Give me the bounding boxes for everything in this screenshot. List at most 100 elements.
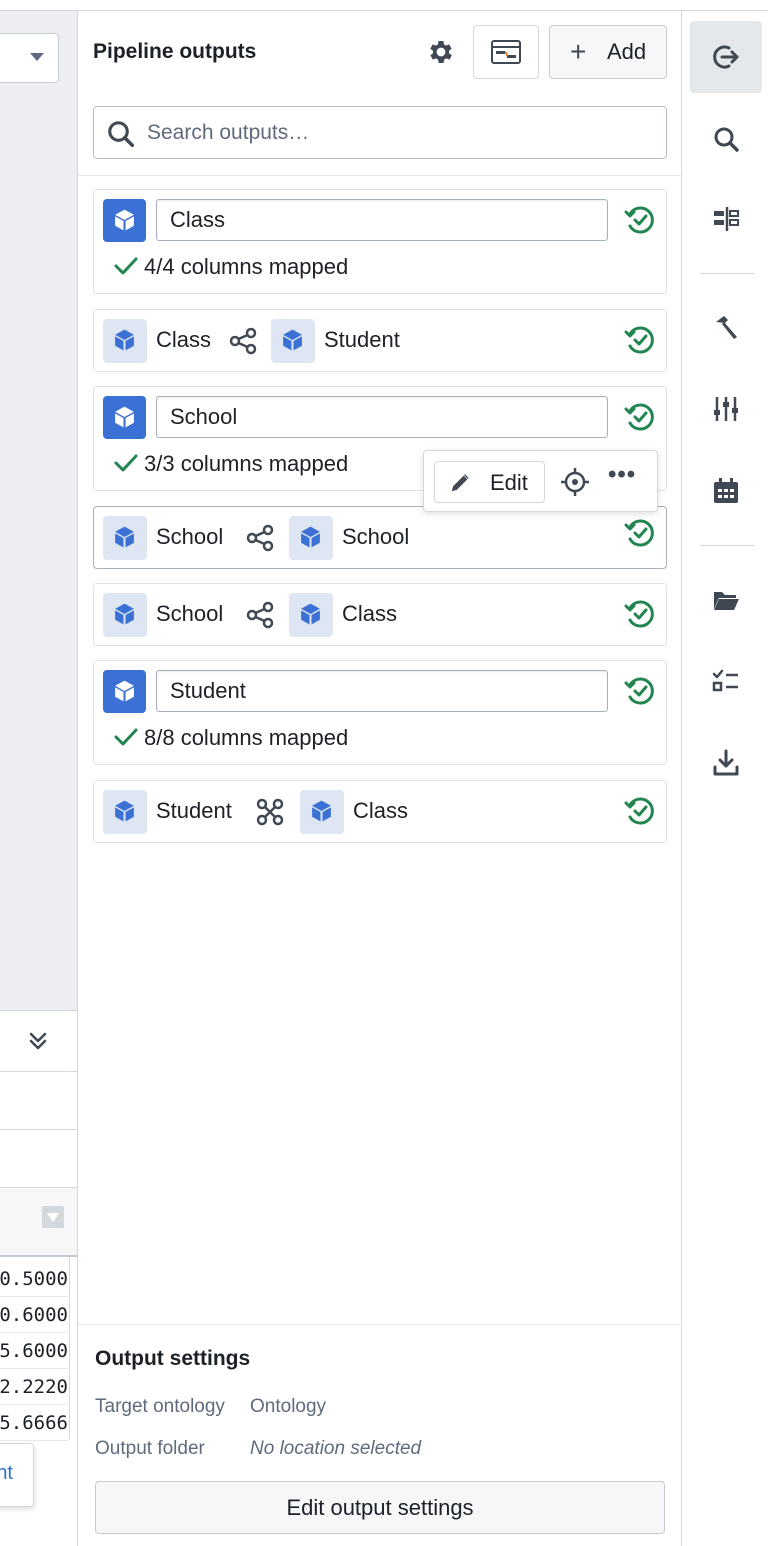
pencil-icon <box>451 474 469 492</box>
many-to-many-icon <box>256 798 284 826</box>
object-type-icon <box>103 593 147 637</box>
object-type-icon <box>103 790 147 834</box>
status-check-icon <box>624 600 654 628</box>
one-to-many-icon <box>229 327 257 355</box>
search-placeholder: Search outputs… <box>147 121 310 144</box>
mapping-status: 4/4 columns mapped <box>112 254 348 280</box>
download-icon <box>713 749 739 776</box>
link-target-name: Student <box>324 327 400 352</box>
folder-icon <box>714 592 739 610</box>
rail-schedule-button[interactable] <box>690 455 762 527</box>
gear-icon[interactable] <box>426 37 456 67</box>
card-hover-actions: Edit ••• <box>423 450 658 512</box>
link-source-name: School <box>156 601 224 626</box>
checklist-icon <box>712 669 738 692</box>
object-type-icon <box>103 516 147 560</box>
output-card-link[interactable]: Class Student <box>93 309 667 372</box>
left-dropdown[interactable] <box>0 33 59 83</box>
object-type-icon <box>103 199 146 242</box>
edit-button[interactable]: Edit <box>434 461 545 503</box>
left-canvas-area: 0.5000 0.6000 5.6000 2.2220 5.6666 nt <box>0 10 77 1546</box>
object-type-icon <box>103 319 147 363</box>
export-icon <box>713 45 739 69</box>
object-type-icon <box>271 319 315 363</box>
link-target-name: Class <box>342 601 398 626</box>
rail-download-button[interactable] <box>690 727 762 799</box>
output-name-input[interactable]: Class <box>156 199 608 241</box>
status-check-icon <box>624 326 654 354</box>
layout-icon <box>491 40 521 64</box>
object-type-icon <box>103 396 146 439</box>
status-check-icon <box>624 677 654 705</box>
data-preview-panel: 0.5000 0.6000 5.6000 2.2220 5.6666 nt <box>0 1010 77 1546</box>
floating-button[interactable]: nt <box>0 1443 34 1507</box>
output-name-input[interactable]: Student <box>156 670 608 712</box>
double-chevron-down-icon[interactable] <box>26 1029 50 1053</box>
check-icon <box>114 728 138 746</box>
target-ontology-value: Ontology <box>250 1396 327 1417</box>
add-button-label: Add <box>607 39 647 64</box>
plus-icon: + <box>570 36 587 67</box>
edit-button-label: Edit <box>490 470 528 495</box>
rail-files-button[interactable] <box>690 564 762 636</box>
object-type-icon <box>289 593 333 637</box>
filter-icon[interactable] <box>42 1206 64 1228</box>
rail-search-button[interactable] <box>690 103 762 175</box>
table-cell: 2.2220 <box>0 1369 68 1405</box>
locate-icon[interactable] <box>560 467 590 497</box>
output-card-link[interactable]: School Class <box>93 583 667 646</box>
search-icon <box>108 121 134 147</box>
output-card-object[interactable]: Student 8/8 columns mapped <box>93 660 667 765</box>
output-settings-title: Output settings <box>95 1347 251 1370</box>
one-to-many-icon <box>246 601 274 629</box>
link-source-name: School <box>156 524 224 549</box>
layout-toggle-button[interactable] <box>473 25 539 79</box>
search-outputs-input[interactable]: Search outputs… <box>93 106 667 159</box>
table-cell: 5.6000 <box>0 1333 68 1369</box>
status-check-icon <box>624 403 654 431</box>
right-toolbar <box>682 10 768 1546</box>
sliders-icon <box>714 397 738 421</box>
pipeline-outputs-panel: Pipeline outputs + Add Search outputs… C… <box>77 10 682 1546</box>
link-source-name: Student <box>156 798 232 823</box>
edit-output-settings-button[interactable]: Edit output settings <box>95 1481 665 1534</box>
object-type-icon <box>103 670 146 713</box>
link-target-name: School <box>342 524 410 549</box>
status-check-icon <box>624 519 654 547</box>
search-icon <box>714 127 739 152</box>
status-check-icon <box>624 206 654 234</box>
column-header <box>0 1187 77 1257</box>
output-card-link[interactable]: Student Class <box>93 780 667 843</box>
rail-outputs-button[interactable] <box>690 21 762 93</box>
rail-build-button[interactable] <box>690 291 762 363</box>
caret-down-icon <box>30 53 44 61</box>
check-icon <box>114 454 138 472</box>
table-cell: 0.5000 <box>0 1261 68 1297</box>
hammer-icon <box>716 316 737 339</box>
rail-align-button[interactable] <box>690 183 762 255</box>
add-output-button[interactable]: + Add <box>549 25 667 79</box>
check-icon <box>114 257 138 275</box>
align-icon <box>714 207 739 231</box>
target-ontology-label: Target ontology <box>95 1396 225 1417</box>
output-card-object[interactable]: Class 4/4 columns mapped <box>93 189 667 294</box>
rail-parameters-button[interactable] <box>690 373 762 445</box>
rail-checks-button[interactable] <box>690 645 762 717</box>
table-cell: 5.6666 <box>0 1405 68 1441</box>
mapping-status-text: 3/3 columns mapped <box>144 451 349 476</box>
calendar-icon <box>714 478 738 503</box>
mapping-status-text: 8/8 columns mapped <box>144 725 349 750</box>
mapping-status: 3/3 columns mapped <box>112 451 348 477</box>
more-options-icon[interactable]: ••• <box>608 461 636 489</box>
output-settings-section: Output settings Target ontology Ontology… <box>78 1324 681 1546</box>
link-source-name: Class <box>156 327 212 352</box>
output-card-link[interactable]: School School <box>93 506 667 569</box>
output-name-input[interactable]: School <box>156 396 608 438</box>
panel-title: Pipeline outputs <box>93 40 257 63</box>
mapping-status: 8/8 columns mapped <box>112 725 348 751</box>
output-folder-value: No location selected <box>250 1438 422 1459</box>
output-folder-label: Output folder <box>95 1438 205 1459</box>
object-type-icon <box>289 516 333 560</box>
floating-button-label: nt <box>0 1462 13 1484</box>
link-target-name: Class <box>353 798 409 823</box>
